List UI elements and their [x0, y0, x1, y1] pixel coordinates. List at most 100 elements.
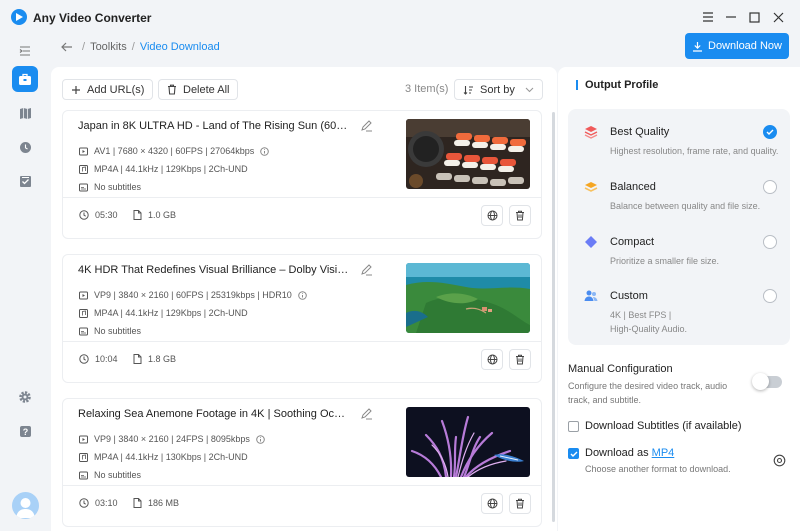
- subtitle-text: No subtitles: [94, 326, 142, 336]
- breadcrumb-video-download: Video Download: [139, 41, 220, 53]
- sidebar-item-tasks[interactable]: [12, 168, 38, 194]
- menu-icon[interactable]: [700, 9, 716, 25]
- sort-by-label: Sort by: [480, 83, 515, 96]
- edit-icon[interactable]: [360, 408, 373, 420]
- download-now-button[interactable]: Download Now: [685, 33, 789, 59]
- close-button[interactable]: [770, 9, 786, 25]
- profile-compact[interactable]: Compact Prioritize a smaller file size.: [580, 235, 780, 275]
- toggle-knob: [752, 373, 769, 390]
- globe-button[interactable]: [481, 493, 503, 514]
- format-hint: Choose another format to download.: [585, 464, 731, 474]
- download-as-checkbox[interactable]: [568, 448, 579, 459]
- duration-text: 05:30: [95, 210, 118, 220]
- video-track-info: VP9 | 3840 × 2160 | 60FPS | 25319kbps | …: [79, 290, 307, 300]
- target-settings-icon[interactable]: [773, 454, 786, 467]
- video-title: 4K HDR That Redefines Visual Brilliance …: [78, 264, 350, 276]
- sidebar-item-library[interactable]: [12, 100, 38, 126]
- profile-name: Best Quality: [610, 126, 670, 138]
- maximize-button[interactable]: [746, 9, 762, 25]
- add-urls-button[interactable]: Add URL(s): [62, 79, 154, 100]
- delete-item-button[interactable]: [509, 205, 531, 226]
- profile-radio[interactable]: [763, 125, 777, 139]
- delete-item-button[interactable]: [509, 493, 531, 514]
- video-thumbnail: [406, 119, 530, 189]
- globe-icon: [487, 354, 497, 365]
- back-arrow-icon[interactable]: [60, 40, 74, 54]
- globe-button[interactable]: [481, 349, 503, 370]
- file-size-text: 1.8 GB: [148, 354, 177, 364]
- list-scrollbar[interactable]: [552, 112, 555, 522]
- output-profile-title: Output Profile: [576, 80, 658, 91]
- info-icon[interactable]: [297, 290, 307, 300]
- plus-icon: [72, 85, 80, 94]
- profile-radio[interactable]: [763, 235, 777, 249]
- profile-radio[interactable]: [763, 180, 777, 194]
- minimize-button[interactable]: [723, 9, 739, 25]
- info-icon[interactable]: [256, 434, 265, 444]
- add-urls-label: Add URL(s): [87, 83, 145, 96]
- info-icon[interactable]: [260, 146, 270, 156]
- profile-name: Balanced: [610, 181, 656, 193]
- avatar[interactable]: [12, 492, 39, 519]
- delete-item-button[interactable]: [509, 349, 531, 370]
- audio-track-info: MP4A | 44.1kHz | 129Kbps | 2Ch-UND: [79, 308, 248, 318]
- video-item: Relaxing Sea Anemone Footage in 4K | Soo…: [62, 398, 542, 527]
- download-subtitles-label[interactable]: Download Subtitles (if available): [585, 420, 742, 432]
- audio-track-text: MP4A | 44.1kHz | 129Kbps | 2Ch-UND: [94, 164, 248, 174]
- sort-by-dropdown[interactable]: Sort by: [454, 79, 543, 100]
- delete-all-label: Delete All: [183, 83, 230, 96]
- profile-best-quality[interactable]: Best Quality Highest resolution, frame r…: [580, 125, 780, 165]
- format-link[interactable]: MP4: [652, 447, 675, 459]
- download-list-panel: Add URL(s) Delete All 3 Item(s) Sort by …: [51, 67, 557, 531]
- edit-icon[interactable]: [360, 264, 373, 276]
- layers-icon: [584, 126, 598, 139]
- settings-icon[interactable]: [12, 384, 38, 410]
- audio-icon: [79, 164, 88, 174]
- profile-desc-line: High-Quality Audio.: [610, 324, 688, 334]
- audio-icon: [79, 308, 88, 318]
- profile-desc: Prioritize a smaller file size.: [610, 256, 720, 266]
- left-sidebar: ?: [0, 34, 50, 531]
- sidebar-item-toolkits[interactable]: [12, 66, 38, 92]
- help-icon[interactable]: ?: [12, 418, 38, 444]
- clock-icon: [79, 498, 89, 508]
- profile-custom[interactable]: Custom 4K | Best FPS | High-Quality Audi…: [580, 289, 780, 341]
- output-profile-list: Best Quality Highest resolution, frame r…: [568, 109, 790, 345]
- download-as-label: Download as: [585, 447, 649, 459]
- video-thumbnail: [406, 263, 530, 333]
- app-title: Any Video Converter: [33, 11, 152, 25]
- audio-track-info: MP4A | 44.1kHz | 130Kbps | 2Ch-UND: [79, 452, 248, 462]
- collapse-sidebar-icon[interactable]: [12, 38, 38, 64]
- title-bar: Any Video Converter: [0, 0, 800, 34]
- subtitle-info: No subtitles: [79, 470, 141, 480]
- breadcrumb-toolkits[interactable]: Toolkits: [90, 41, 127, 53]
- globe-button[interactable]: [481, 205, 503, 226]
- audio-track-text: MP4A | 44.1kHz | 130Kbps | 2Ch-UND: [94, 452, 248, 462]
- video-item: Japan in 8K ULTRA HD - Land of The Risin…: [62, 110, 542, 239]
- subtitle-icon: [79, 183, 88, 191]
- file-size-text: 186 MB: [148, 498, 180, 508]
- chevron-down-icon: [525, 87, 534, 92]
- video-track-text: AV1 | 7680 × 4320 | 60FPS | 27064kbps: [94, 146, 255, 156]
- profile-name: Custom: [610, 290, 648, 302]
- profile-radio[interactable]: [763, 289, 777, 303]
- card-divider: [63, 485, 541, 486]
- profile-desc-line: 4K | Best FPS |: [610, 310, 672, 320]
- sidebar-item-history[interactable]: [12, 134, 38, 160]
- file-icon: [133, 210, 142, 220]
- manual-config-toggle[interactable]: [752, 373, 782, 390]
- layers-icon: [585, 236, 597, 248]
- download-subtitles-checkbox[interactable]: [568, 421, 579, 432]
- subtitle-text: No subtitles: [94, 470, 142, 480]
- delete-all-button[interactable]: Delete All: [158, 79, 239, 100]
- subtitle-icon: [79, 327, 88, 335]
- video-track-text: VP9 | 3840 × 2160 | 60FPS | 25319kbps | …: [94, 290, 292, 300]
- manual-config-title: Manual Configuration: [568, 363, 673, 375]
- file-size: 186 MB: [133, 498, 179, 508]
- file-size-text: 1.0 GB: [148, 210, 177, 220]
- layers-icon: [584, 182, 598, 192]
- audio-icon: [79, 452, 88, 462]
- subtitle-info: No subtitles: [79, 326, 141, 336]
- profile-balanced[interactable]: Balanced Balance between quality and fil…: [580, 180, 780, 220]
- edit-icon[interactable]: [360, 120, 373, 132]
